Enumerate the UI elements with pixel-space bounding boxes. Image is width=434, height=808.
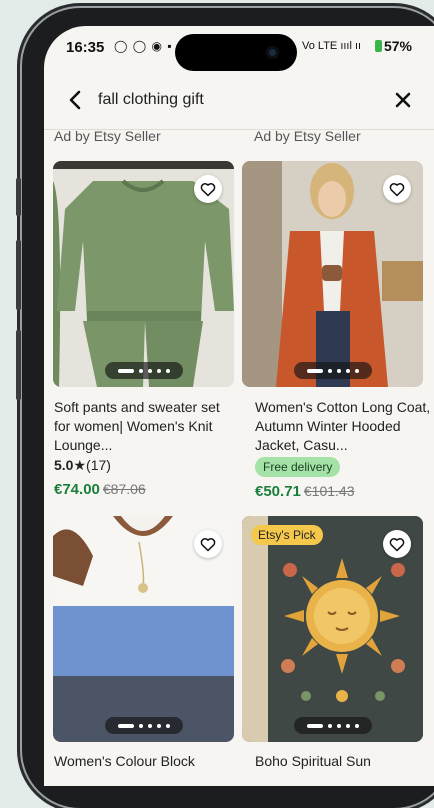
review-count: (17) — [86, 457, 111, 473]
free-delivery-badge: Free delivery — [255, 457, 341, 477]
listing-title[interactable]: Boho Spiritual Sun — [255, 752, 434, 771]
listing-image[interactable] — [53, 161, 234, 387]
close-icon — [395, 92, 411, 108]
favorite-button[interactable] — [194, 530, 222, 558]
favorite-button[interactable] — [383, 530, 411, 558]
star-icon: ★ — [73, 457, 87, 473]
image-carousel-indicator — [293, 362, 372, 379]
heart-icon — [389, 537, 405, 551]
status-bar: 16:35 ◯ ◯ ◉ ▪ Vo LTE ıııl ıı 57% — [44, 26, 434, 72]
image-carousel-indicator — [293, 717, 372, 734]
favorite-button[interactable] — [383, 175, 411, 203]
listing-price: €50.71 €101.43 — [255, 483, 355, 500]
listing-image[interactable] — [53, 516, 234, 742]
heart-icon — [200, 182, 216, 196]
original-price: €101.43 — [303, 483, 355, 499]
arrow-left-icon — [69, 90, 81, 110]
heart-icon — [389, 182, 405, 196]
back-button[interactable] — [64, 85, 88, 115]
original-price: €87.06 — [102, 481, 146, 497]
dynamic-island — [175, 34, 297, 71]
volume-up-button — [16, 178, 21, 216]
listing-image[interactable] — [242, 161, 423, 387]
listing-title[interactable]: Women's Colour Block — [54, 752, 236, 771]
rating-value: 5.0 — [54, 457, 74, 473]
image-carousel-indicator — [104, 717, 183, 734]
image-carousel-indicator — [104, 362, 183, 379]
power-button — [16, 330, 21, 400]
etsys-pick-badge: Etsy's Pick — [251, 525, 323, 545]
listing-rating: 5.0★(17) — [54, 457, 111, 474]
listing-title[interactable]: Women's Cotton Long Coat, Autumn Winter … — [255, 398, 434, 455]
sale-price: €74.00 — [54, 481, 100, 498]
volume-down-button — [16, 240, 21, 310]
sale-price: €50.71 — [255, 483, 301, 500]
listing-title[interactable]: Soft pants and sweater set for women| Wo… — [54, 398, 236, 455]
heart-icon — [200, 537, 216, 551]
ad-label: Ad by Etsy Seller — [254, 128, 361, 144]
listing-price: €74.00 €87.06 — [54, 481, 146, 498]
search-header: fall clothing gift — [44, 78, 434, 122]
notification-icons: ◯ ◯ ◉ ▪ — [114, 39, 173, 53]
ad-label: Ad by Etsy Seller — [54, 128, 161, 144]
app-screen: 16:35 ◯ ◯ ◉ ▪ Vo LTE ıııl ıı 57% fall cl… — [44, 26, 434, 786]
status-time: 16:35 — [66, 39, 105, 56]
listing-image[interactable]: Etsy's Pick — [242, 516, 423, 742]
network-indicator: Vo LTE ıııl ıı — [302, 40, 362, 52]
battery-indicator: 57% — [374, 38, 412, 54]
search-input[interactable]: fall clothing gift — [98, 91, 204, 109]
battery-level: 57% — [383, 38, 412, 54]
favorite-button[interactable] — [194, 175, 222, 203]
camera-icon — [266, 46, 279, 59]
clear-search-button[interactable] — [390, 86, 416, 114]
battery-icon — [374, 40, 382, 52]
